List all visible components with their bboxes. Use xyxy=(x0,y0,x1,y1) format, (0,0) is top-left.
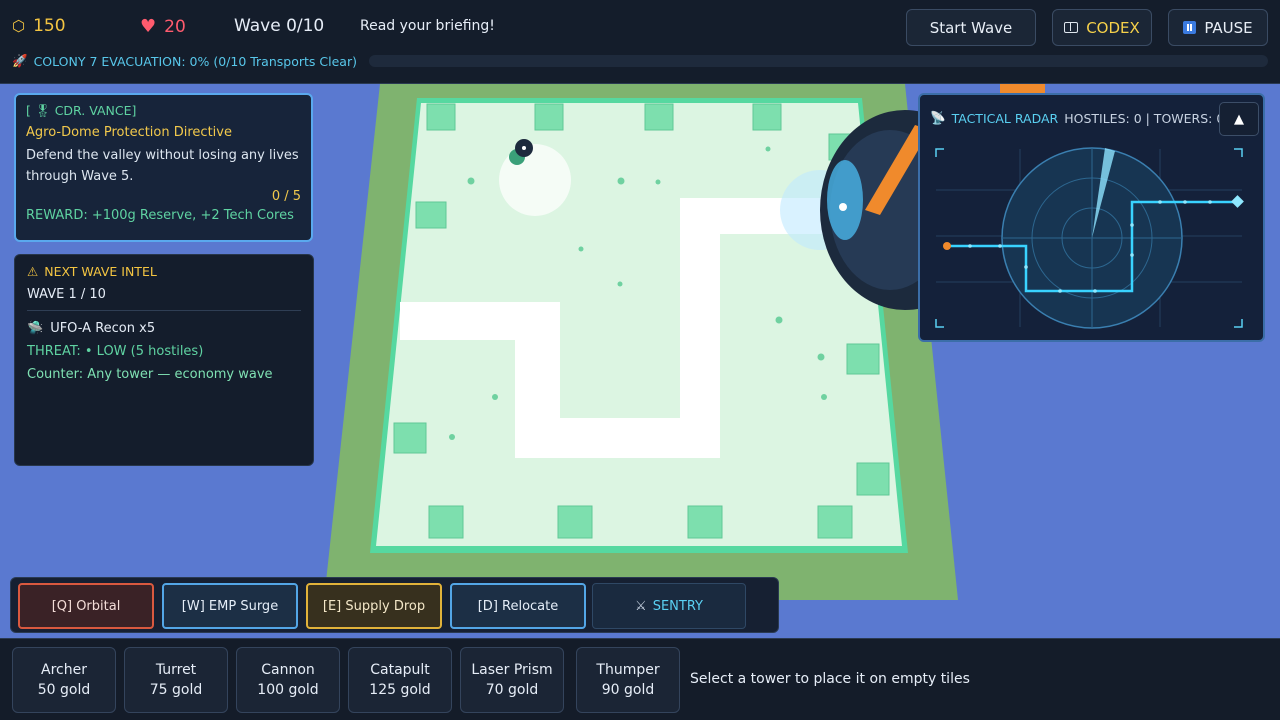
wave-intel-panel: ⚠ NEXT WAVE INTEL WAVE 1 / 10 🛸 UFO-A Re… xyxy=(14,254,314,466)
top-hud: ⬡ 150 ♥ 20 Wave 0/10 Read your briefing!… xyxy=(0,0,1280,84)
tower-name: Cannon xyxy=(261,662,315,678)
pause-label: PAUSE xyxy=(1204,18,1253,37)
tower-cost: 125 gold xyxy=(369,682,431,698)
orbital-label: [Q] Orbital xyxy=(51,598,121,614)
start-wave-button[interactable]: Start Wave xyxy=(906,9,1036,46)
tower-name: Thumper xyxy=(596,662,660,678)
supply-drop-ability-button[interactable]: [E] Supply Drop xyxy=(306,583,442,629)
relocate-ability-button[interactable]: [D] Relocate xyxy=(450,583,586,629)
ufo-icon: 🛸 xyxy=(27,321,44,336)
commander-name: [ 🎖 CDR. VANCE] xyxy=(26,103,137,118)
tower-archer-button[interactable]: Archer 50 gold xyxy=(12,647,116,713)
intel-header: ⚠ NEXT WAVE INTEL xyxy=(27,264,301,279)
tower-cost: 90 gold xyxy=(601,682,655,698)
rocket-icon: 🚀 xyxy=(12,53,28,68)
intel-counter: Counter: Any tower — economy wave xyxy=(27,367,273,382)
codex-label: CODEX xyxy=(1086,18,1140,37)
pause-icon xyxy=(1183,21,1197,34)
tower-name: Catapult xyxy=(370,662,430,678)
evacuation-status: 🚀 COLONY 7 EVACUATION: 0% (0/10 Transpor… xyxy=(12,53,357,69)
tower-cost: 70 gold xyxy=(485,682,539,698)
intel-enemy: 🛸 UFO-A Recon x5 xyxy=(27,321,301,336)
book-icon xyxy=(1064,22,1079,33)
tower-cost: 50 gold xyxy=(37,682,91,698)
tower-name: Turret xyxy=(155,662,197,678)
tower-laser-prism-button[interactable]: Laser Prism 70 gold xyxy=(460,647,564,713)
ability-bar: [Q] Orbital [W] EMP Surge [E] Supply Dro… xyxy=(10,577,779,633)
start-wave-label: Start Wave xyxy=(929,18,1013,37)
tactical-radar-panel: 📡 TACTICAL RADAR HOSTILES: 0 | TOWERS: 0… xyxy=(918,93,1265,342)
mission-progress: 0 / 5 xyxy=(271,189,301,204)
intel-wave: WAVE 1 / 10 xyxy=(27,287,301,311)
orbital-ability-button[interactable]: [Q] Orbital xyxy=(18,583,154,629)
gold-value: 150 xyxy=(33,16,66,36)
lives-counter: ♥ 20 xyxy=(140,16,186,37)
sentry-label: SENTRY xyxy=(652,598,703,614)
intel-header-label: NEXT WAVE INTEL xyxy=(44,264,157,279)
tower-cost: 75 gold xyxy=(149,682,203,698)
tower-selection-bar: Archer 50 gold Turret 75 gold Cannon 100… xyxy=(0,638,1280,720)
sentry-mode-button[interactable]: ⚔ SENTRY xyxy=(592,583,746,629)
tower-turret-button[interactable]: Turret 75 gold xyxy=(124,647,228,713)
mission-reward: REWARD: +100g Reserve, +2 Tech Cores xyxy=(26,208,294,223)
radar-display xyxy=(935,147,1244,329)
emp-surge-ability-button[interactable]: [W] EMP Surge xyxy=(162,583,298,629)
wave-counter: Wave 0/10 xyxy=(234,16,325,36)
intel-enemy-label: UFO-A Recon x5 xyxy=(50,321,156,336)
lives-value: 20 xyxy=(164,16,186,37)
supply-label: [E] Supply Drop xyxy=(322,598,426,614)
gold-counter: ⬡ 150 xyxy=(12,16,66,36)
tower-thumper-button[interactable]: Thumper 90 gold xyxy=(576,647,680,713)
briefing-status: Read your briefing! xyxy=(360,18,495,34)
tower-cannon-button[interactable]: Cannon 100 gold xyxy=(236,647,340,713)
tower-cost: 100 gold xyxy=(257,682,319,698)
tower-catapult-button[interactable]: Catapult 125 gold xyxy=(348,647,452,713)
pause-button[interactable]: PAUSE xyxy=(1168,9,1268,46)
codex-button[interactable]: CODEX xyxy=(1052,9,1152,46)
heart-icon: ♥ xyxy=(140,16,157,37)
mission-description: Defend the valley without losing any liv… xyxy=(26,148,299,184)
tower-name: Laser Prism xyxy=(471,662,553,678)
warning-icon: ⚠ xyxy=(27,264,39,279)
evacuation-progress-bar xyxy=(369,55,1268,67)
mission-title: Agro-Dome Protection Directive xyxy=(26,125,232,140)
coin-icon: ⬡ xyxy=(12,17,26,35)
mission-panel: [ 🎖 CDR. VANCE] Agro-Dome Protection Dir… xyxy=(14,93,313,242)
crossed-swords-icon: ⚔ xyxy=(635,598,647,614)
relocate-label: [D] Relocate xyxy=(477,598,559,614)
tower-hint: Select a tower to place it on empty tile… xyxy=(690,671,970,687)
evacuation-text: COLONY 7 EVACUATION: 0% (0/10 Transports… xyxy=(33,53,357,69)
tower-name: Archer xyxy=(41,662,87,678)
emp-label: [W] EMP Surge xyxy=(181,598,279,614)
intel-threat: THREAT: • LOW (5 hostiles) xyxy=(27,344,204,359)
